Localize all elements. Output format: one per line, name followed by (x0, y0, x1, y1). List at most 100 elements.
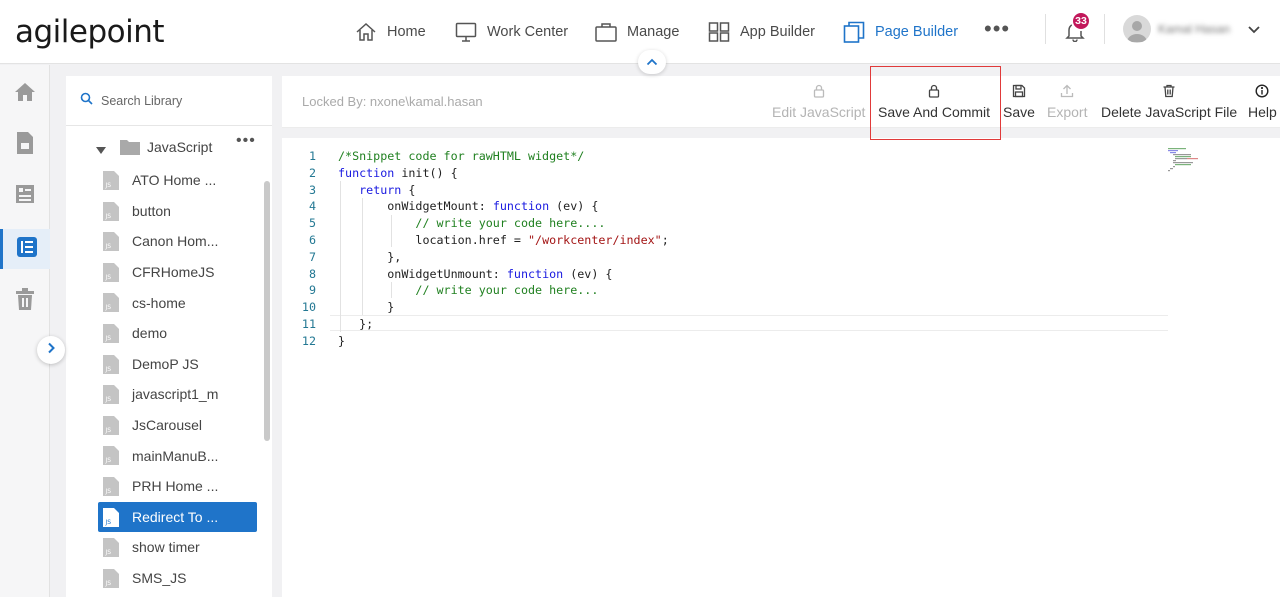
code-line: 8 onWidgetUnmount: function (ev) { (282, 266, 1168, 283)
save-button[interactable]: Save (1003, 82, 1035, 126)
avatar[interactable] (1123, 15, 1151, 43)
code-minimap[interactable] (1168, 148, 1216, 174)
nav-manage[interactable]: Manage (595, 18, 679, 46)
help-button[interactable]: Help (1248, 82, 1277, 126)
svg-text:JS: JS (105, 243, 112, 250)
house-icon (13, 81, 37, 108)
code-text: location.href = "/workcenter/index"; (338, 232, 669, 249)
nav-work-center[interactable]: Work Center (455, 18, 568, 46)
js-file-icon: JS (102, 231, 120, 255)
code-text: // write your code here... (338, 282, 598, 299)
more-menu-icon[interactable]: ••• (984, 18, 1010, 40)
svg-text:JS: JS (105, 427, 112, 434)
code-line: 6 location.href = "/workcenter/index"; (282, 232, 1168, 249)
code-token: }; (338, 317, 374, 331)
rail-recycle-bin[interactable] (0, 281, 50, 321)
collapse-header-button[interactable] (638, 50, 666, 74)
rail-pages[interactable] (0, 125, 50, 165)
file-label: SMS_JS (132, 570, 187, 587)
file-item[interactable]: JS DemoP JS (98, 349, 257, 380)
rail-library[interactable] (0, 229, 50, 269)
folder-label: JavaScript (147, 139, 213, 155)
library-panel: JavaScript ••• JS ATO Home ... JS button JS C… (66, 76, 272, 597)
user-name[interactable]: Kamal Hasan (1158, 22, 1230, 36)
file-label: demo (132, 325, 168, 342)
file-label: CFRHomeJS (132, 264, 215, 281)
file-item[interactable]: JS ATO Home ... (98, 165, 257, 196)
file-label: mainManuB... (132, 447, 219, 464)
folder-more-icon[interactable]: ••• (236, 132, 256, 150)
library-scrollbar[interactable] (264, 181, 270, 441)
code-token: } (338, 300, 395, 315)
expand-rail-button[interactable] (37, 336, 65, 364)
file-item[interactable]: JS CFRHomeJS (98, 257, 257, 288)
left-icon-rail (0, 65, 50, 597)
file-item[interactable]: JS Canon Hom... (98, 226, 257, 257)
file-item[interactable]: JS show timer (98, 532, 257, 563)
file-label: JsCarousel (132, 417, 203, 434)
caret-down-icon[interactable] (96, 142, 106, 160)
file-item[interactable]: JS javascript1_m (98, 379, 257, 410)
delete-icon (1162, 82, 1176, 100)
code-token: ; (661, 233, 669, 247)
file-item[interactable]: JS button (98, 196, 257, 227)
delete-javascript-file-button[interactable]: Delete JavaScript File (1101, 82, 1237, 126)
file-item[interactable]: JS mainManuB... (98, 440, 257, 471)
file-item[interactable]: JS cs-home (98, 287, 257, 318)
code-line: 12} (282, 333, 1168, 350)
nav-app-builder[interactable]: App Builder (708, 18, 815, 46)
agilepoint-logo[interactable]: agilepoint (15, 14, 165, 50)
grid-icon (708, 22, 730, 42)
search-input[interactable] (101, 93, 261, 108)
js-file-icon: JS (102, 476, 120, 500)
code-line: 11 }; (282, 316, 1168, 333)
js-file-icon: JS (102, 507, 120, 531)
svg-text:JS: JS (105, 304, 112, 311)
code-token: onWidgetMount: (338, 199, 493, 214)
file-item[interactable]: JS JsCarousel (98, 410, 257, 441)
nav-home-label: Home (387, 24, 426, 40)
code-token: (ev) { (563, 266, 613, 281)
svg-text:JS: JS (105, 580, 112, 587)
code-token: { (401, 182, 416, 197)
edit-javascript-button[interactable]: Edit JavaScript (772, 82, 865, 126)
file-item[interactable]: JS demo (98, 318, 257, 349)
folder-javascript[interactable]: JavaScript ••• (66, 132, 272, 160)
code-line: 4 onWidgetMount: function (ev) { (282, 198, 1168, 215)
unlock-icon (928, 82, 940, 100)
line-number: 2 (308, 165, 316, 180)
nav-page-builder[interactable]: Page Builder (843, 18, 958, 46)
code-text: function init() { (338, 165, 458, 182)
line-number: 6 (308, 233, 316, 247)
code-token: "/workcenter/index" (528, 233, 662, 247)
svg-text:JS: JS (105, 213, 112, 220)
rail-forms[interactable] (0, 176, 50, 216)
nav-home[interactable]: Home (355, 18, 426, 46)
js-file-icon: JS (102, 384, 120, 408)
svg-text:JS: JS (105, 182, 112, 189)
code-editor[interactable]: 1 /*Snippet code for rawHTML widget*/ 2 fun… (282, 138, 1280, 597)
code-text: onWidgetUnmount: function (ev) { (338, 266, 612, 283)
svg-text:JS: JS (105, 366, 112, 373)
file-item[interactable]: JS SMS_JS (98, 563, 257, 594)
js-file-icon: JS (102, 354, 120, 378)
code-token: function (338, 165, 395, 180)
save-and-commit-button[interactable]: Save And Commit (878, 82, 990, 126)
svg-text:JS: JS (105, 488, 112, 495)
svg-text:JS: JS (105, 335, 112, 342)
code-line: 3 return { (282, 182, 1168, 199)
file-item[interactable]: JS Redirect To ... (98, 501, 257, 533)
js-file-icon: JS (102, 568, 120, 592)
file-item[interactable]: JS PRH Home ... (98, 471, 257, 502)
code-text: }, (338, 249, 401, 266)
code-token: location.href = (338, 233, 528, 247)
rail-home[interactable] (0, 74, 50, 114)
page-builder-icon (843, 21, 865, 43)
export-button[interactable]: Export (1047, 82, 1087, 126)
line-number: 5 (308, 216, 316, 231)
chevron-down-icon[interactable] (1247, 22, 1261, 40)
code-line: 7 }, (282, 249, 1168, 266)
code-token: onWidgetUnmount: (338, 266, 507, 281)
nav-divider (1104, 14, 1105, 44)
